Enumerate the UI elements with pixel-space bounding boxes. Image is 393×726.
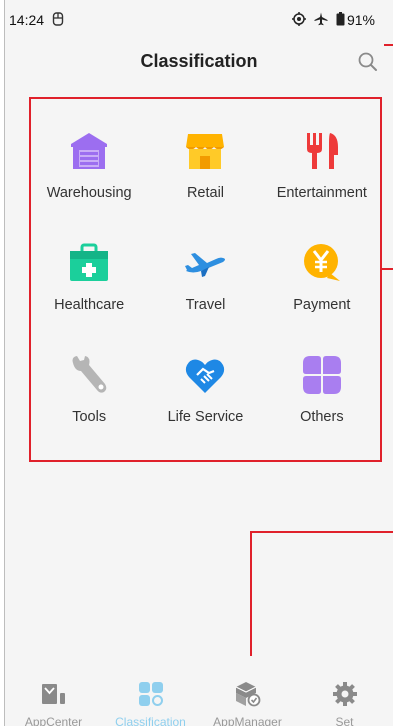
status-bar: 14:24 91% <box>5 0 393 40</box>
tab-set[interactable]: Set <box>300 677 390 726</box>
category-label: Retail <box>186 185 225 201</box>
category-warehousing[interactable]: Warehousing <box>31 105 147 217</box>
annotation-line <box>250 531 252 656</box>
medical-kit-icon <box>70 243 109 281</box>
category-label: Tools <box>72 409 107 425</box>
airplane-mode-icon <box>314 12 328 29</box>
search-icon[interactable] <box>357 51 379 73</box>
annotation-line <box>382 268 393 270</box>
yen-coin-icon <box>303 244 340 281</box>
annotation-line <box>250 531 393 533</box>
wrench-icon <box>72 356 107 393</box>
category-others[interactable]: Others <box>264 329 380 441</box>
category-entertainment[interactable]: Entertainment <box>264 105 380 217</box>
category-label: Warehousing <box>46 185 132 201</box>
tab-app-center[interactable]: AppCenter <box>9 677 99 726</box>
others-icon <box>302 356 341 394</box>
battery-icon <box>336 11 345 29</box>
gear-icon <box>332 682 357 706</box>
category-tools[interactable]: Tools <box>31 329 147 441</box>
handshake-heart-icon <box>186 359 225 393</box>
phone-screen: 14:24 91% Classification Warehousing Ret… <box>4 0 393 726</box>
category-label: Travel <box>185 297 226 313</box>
category-travel[interactable]: Travel <box>147 217 263 329</box>
fork-knife-icon <box>306 133 338 169</box>
category-grid: Warehousing Retail Entertainment Healthc… <box>29 97 382 462</box>
status-time: 14:24 <box>9 12 45 28</box>
category-label: Entertainment <box>276 185 367 201</box>
warehouse-icon <box>71 133 108 169</box>
bottom-tab-bar: AppCenter Classification AppManager Set <box>5 677 393 726</box>
tab-label: Classification <box>115 715 186 726</box>
app-header: Classification <box>5 40 393 82</box>
category-healthcare[interactable]: Healthcare <box>31 217 147 329</box>
category-label: Healthcare <box>54 297 125 313</box>
tab-label: AppManager <box>213 715 282 726</box>
location-icon <box>291 11 306 29</box>
tab-app-manager[interactable]: AppManager <box>203 677 293 726</box>
battery-level: 91% <box>346 12 375 28</box>
annotation-line <box>384 44 393 46</box>
app-center-icon <box>41 684 65 704</box>
shop-icon <box>186 134 225 169</box>
category-label: Payment <box>293 297 351 313</box>
page-title: Classification <box>140 50 258 71</box>
tab-classification[interactable]: Classification <box>106 677 196 726</box>
category-label: Life Service <box>167 409 244 425</box>
app-manager-icon <box>235 682 260 707</box>
airplane-icon <box>185 253 226 277</box>
category-payment[interactable]: Payment <box>264 217 380 329</box>
category-label: Others <box>300 409 344 425</box>
tab-label: Set <box>335 715 354 726</box>
tab-label: AppCenter <box>24 715 83 726</box>
classification-icon <box>138 682 163 706</box>
category-retail[interactable]: Retail <box>147 105 263 217</box>
category-life-service[interactable]: Life Service <box>147 329 263 441</box>
notification-icon <box>52 11 64 29</box>
